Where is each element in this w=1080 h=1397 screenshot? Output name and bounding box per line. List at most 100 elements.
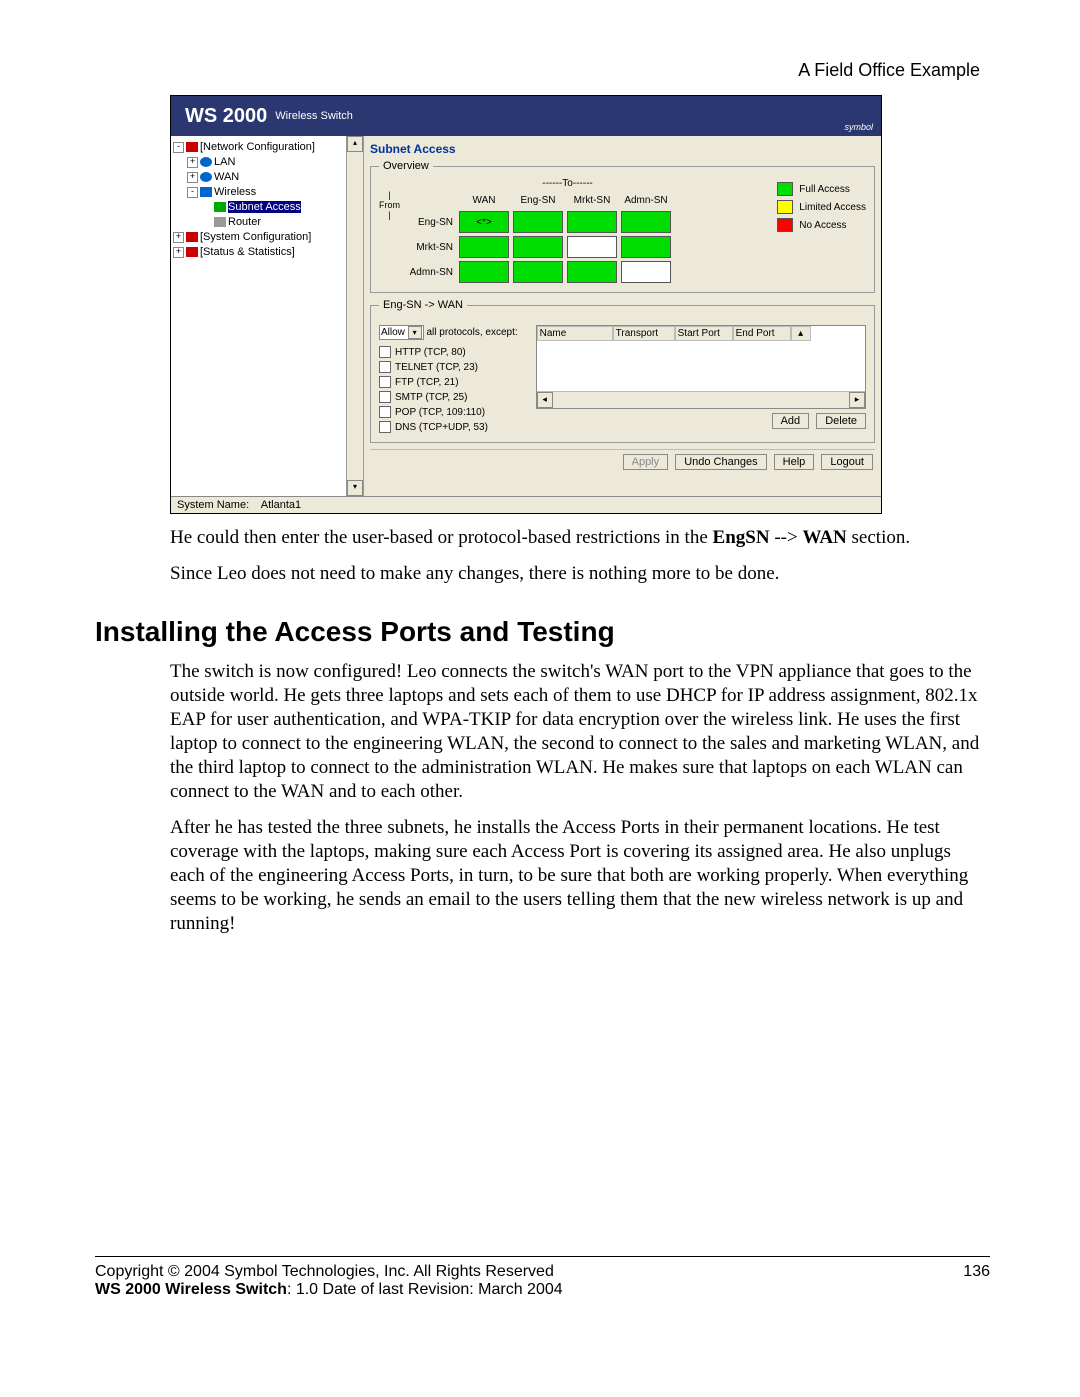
status-value: Atlanta1: [261, 499, 301, 511]
paragraph: He could then enter the user-based or pr…: [170, 526, 980, 550]
expand-icon[interactable]: +: [173, 232, 184, 243]
help-button[interactable]: Help: [774, 454, 815, 470]
matrix-cell-selected[interactable]: <*>: [459, 211, 509, 233]
checkbox[interactable]: [379, 346, 391, 358]
nav-scrollbar[interactable]: ▴ ▾: [346, 136, 363, 496]
allow-suffix-label: all protocols, except:: [426, 327, 517, 338]
protocol-checkbox-row[interactable]: DNS (TCP+UDP, 53): [379, 421, 518, 433]
legend-label: Full Access: [799, 184, 850, 195]
tree-label: WAN: [214, 171, 239, 183]
tree-item[interactable]: Subnet Access: [173, 200, 344, 215]
expand-icon[interactable]: +: [187, 157, 198, 168]
tree-icon: [200, 157, 212, 167]
matrix-col-header: Eng-SN: [513, 192, 563, 208]
paragraph: After he has tested the three subnets, h…: [170, 816, 980, 936]
matrix-cell[interactable]: [459, 236, 509, 258]
tree-item[interactable]: + LAN: [173, 155, 344, 170]
matrix-cell[interactable]: [459, 261, 509, 283]
legend-swatch: [777, 200, 793, 214]
matrix-cell[interactable]: [567, 261, 617, 283]
scroll-up-button[interactable]: ▴: [347, 136, 363, 152]
protocol-checkbox-row[interactable]: HTTP (TCP, 80): [379, 346, 518, 358]
tree-label: LAN: [214, 156, 235, 168]
app-window: WS 2000 Wireless Switch symbol - [Network…: [170, 95, 882, 514]
protocol-label: TELNET (TCP, 23): [395, 362, 478, 373]
to-axis-label: ------To------: [460, 178, 675, 189]
expand-icon[interactable]: -: [173, 142, 184, 153]
tree-label: [Status & Statistics]: [200, 246, 295, 258]
logout-button[interactable]: Logout: [821, 454, 873, 470]
table-scroll-up[interactable]: ▴: [791, 326, 811, 341]
matrix-cell[interactable]: [567, 211, 617, 233]
access-matrix[interactable]: WANEng-SNMrkt-SNAdmn-SNEng-SN<*>Mrkt-SNA…: [400, 189, 675, 286]
table-hscroll[interactable]: ◂ ▸: [537, 391, 865, 408]
page-header: A Field Office Example: [95, 60, 990, 81]
nav-tree-pane: -[Network Configuration]+LAN+WAN-Wireles…: [171, 136, 364, 496]
copyright: Copyright © 2004 Symbol Technologies, In…: [95, 1263, 563, 1281]
legend-swatch: [777, 182, 793, 196]
apply-button[interactable]: Apply: [623, 454, 669, 470]
nav-tree[interactable]: -[Network Configuration]+LAN+WAN-Wireles…: [171, 136, 346, 496]
overview-fieldset: Overview |From| ------To------ WANEng-SN…: [370, 160, 875, 293]
scroll-down-button[interactable]: ▾: [347, 480, 363, 496]
matrix-cell[interactable]: [621, 236, 671, 258]
matrix-cell[interactable]: [621, 261, 671, 283]
status-label: System Name:: [177, 499, 249, 511]
matrix-row-header: Mrkt-SN: [404, 236, 455, 258]
tree-icon: [214, 202, 226, 212]
table-col-header[interactable]: Name: [537, 326, 613, 341]
matrix-cell[interactable]: [621, 211, 671, 233]
hscroll-left-button[interactable]: ◂: [537, 392, 553, 408]
matrix-cell[interactable]: [567, 236, 617, 258]
table-col-header[interactable]: Transport: [613, 326, 675, 341]
document-body: The switch is now configured! Leo connec…: [170, 660, 980, 936]
checkbox[interactable]: [379, 406, 391, 418]
tree-icon: [200, 172, 212, 182]
tree-item[interactable]: Router: [173, 215, 344, 230]
expand-icon[interactable]: -: [187, 187, 198, 198]
tree-icon: [200, 187, 212, 197]
checkbox[interactable]: [379, 391, 391, 403]
hscroll-right-button[interactable]: ▸: [849, 392, 865, 408]
matrix-cell[interactable]: [513, 261, 563, 283]
paragraph: The switch is now configured! Leo connec…: [170, 660, 980, 804]
protocol-checkbox-row[interactable]: TELNET (TCP, 23): [379, 361, 518, 373]
tree-item[interactable]: + WAN: [173, 170, 344, 185]
tree-item[interactable]: + [System Configuration]: [173, 230, 344, 245]
delete-button[interactable]: Delete: [816, 413, 866, 429]
undo-changes-button[interactable]: Undo Changes: [675, 454, 766, 470]
protocol-label: HTTP (TCP, 80): [395, 347, 466, 358]
app-banner: WS 2000 Wireless Switch symbol: [171, 96, 881, 136]
expand-icon[interactable]: +: [173, 247, 184, 258]
tree-item[interactable]: - [Network Configuration]: [173, 140, 344, 155]
footer-rule: [95, 1256, 990, 1257]
tree-label: [Network Configuration]: [200, 141, 315, 153]
access-legend: Full AccessLimited AccessNo Access: [777, 178, 866, 286]
status-bar: System Name: Atlanta1: [171, 496, 881, 513]
table-col-header[interactable]: Start Port: [675, 326, 733, 341]
protocol-checkbox-row[interactable]: FTP (TCP, 21): [379, 376, 518, 388]
checkbox[interactable]: [379, 376, 391, 388]
protocol-checkbox-row[interactable]: SMTP (TCP, 25): [379, 391, 518, 403]
exceptions-table[interactable]: NameTransportStart PortEnd Port▴ ◂ ▸: [536, 325, 866, 409]
protocol-label: FTP (TCP, 21): [395, 377, 459, 388]
matrix-cell[interactable]: [513, 236, 563, 258]
chevron-down-icon[interactable]: ▾: [408, 326, 422, 339]
tree-item[interactable]: + [Status & Statistics]: [173, 245, 344, 260]
legend-item: Limited Access: [777, 200, 866, 214]
matrix-cell[interactable]: [513, 211, 563, 233]
tree-label: Subnet Access: [228, 201, 301, 213]
banner-title: WS 2000: [185, 105, 267, 128]
matrix-col-header: Admn-SN: [621, 192, 671, 208]
main-panel: Subnet Access Overview |From| ------To--…: [364, 136, 881, 496]
tree-label: [System Configuration]: [200, 231, 311, 243]
table-col-header[interactable]: End Port: [733, 326, 791, 341]
tree-item[interactable]: -Wireless: [173, 185, 344, 200]
expand-icon[interactable]: +: [187, 172, 198, 183]
protocol-checkbox-row[interactable]: POP (TCP, 109:110): [379, 406, 518, 418]
banner-brand: symbol: [844, 122, 873, 132]
allow-deny-select[interactable]: Allow ▾: [379, 325, 424, 340]
add-button[interactable]: Add: [772, 413, 810, 429]
checkbox[interactable]: [379, 421, 391, 433]
checkbox[interactable]: [379, 361, 391, 373]
